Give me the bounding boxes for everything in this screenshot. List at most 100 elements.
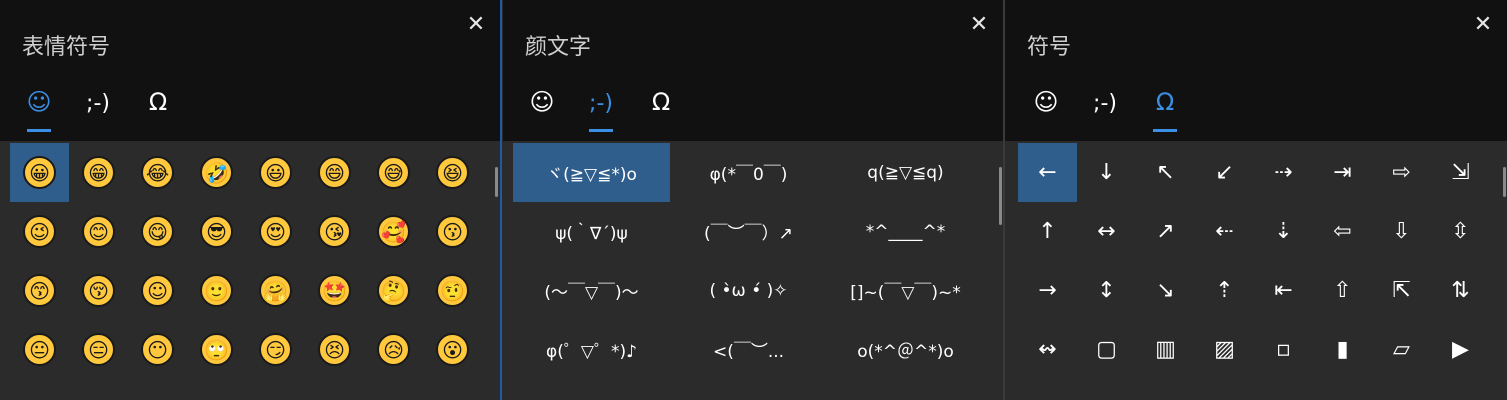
symbol-item[interactable]: ↔ — [1077, 202, 1136, 261]
symbol-item[interactable]: ↑ — [1018, 202, 1077, 261]
emoji-item[interactable]: 😉 — [10, 202, 69, 261]
symbol-item[interactable]: ▮ — [1313, 320, 1372, 379]
symbol-item[interactable]: ↙ — [1195, 143, 1254, 202]
symbol-item[interactable]: ← — [1018, 143, 1077, 202]
kaomoji-item[interactable]: <(￣︶... — [670, 320, 827, 379]
symbol-item[interactable]: ⇠ — [1195, 202, 1254, 261]
emoji-item[interactable]: 😄 — [305, 143, 364, 202]
kaomoji-text: φ(*￣0￣) — [709, 165, 788, 185]
symbol-item[interactable]: ▶ — [1431, 320, 1490, 379]
kaomoji-item[interactable]: (～￣▽￣)～ — [513, 261, 670, 320]
kaomoji-item[interactable]: φ(゜▽゜*)♪ — [513, 320, 670, 379]
emoji-item[interactable]: 🤨 — [423, 261, 482, 320]
symbol-item[interactable]: ⇩ — [1372, 202, 1431, 261]
tab-symbols[interactable]: Ω — [138, 84, 178, 132]
symbol-item[interactable]: ⇦ — [1313, 202, 1372, 261]
close-button[interactable]: ✕ — [967, 13, 991, 37]
emoji-glyph: 😚 — [82, 274, 115, 307]
emoji-glyph: 😃 — [259, 156, 292, 189]
close-button[interactable]: ✕ — [1471, 13, 1495, 37]
emoji-item[interactable]: 😑 — [69, 320, 128, 379]
scrollbar[interactable] — [495, 167, 498, 197]
symbol-item[interactable]: ▫ — [1254, 320, 1313, 379]
symbol-glyph: → — [1038, 278, 1057, 303]
tab-kaomoji[interactable]: ;-) — [78, 84, 118, 132]
symbol-glyph: ▢ — [1096, 337, 1117, 362]
kaomoji-item[interactable]: q(≧▽≦q) — [827, 143, 984, 202]
emoji-item[interactable]: 🥰 — [364, 202, 423, 261]
symbol-item[interactable]: ↘ — [1136, 261, 1195, 320]
emoji-item[interactable]: 😊 — [69, 202, 128, 261]
emoji-item[interactable]: 😆 — [423, 143, 482, 202]
symbol-item[interactable]: ⇱ — [1372, 261, 1431, 320]
tab-symbols[interactable]: Ω — [1145, 84, 1185, 132]
emoji-item[interactable]: 😗 — [423, 202, 482, 261]
symbol-item[interactable]: ▢ — [1077, 320, 1136, 379]
symbol-item[interactable]: ⇡ — [1195, 261, 1254, 320]
symbol-item[interactable]: ⇧ — [1313, 261, 1372, 320]
symbol-item[interactable]: → — [1018, 261, 1077, 320]
emoji-item[interactable]: 😅 — [364, 143, 423, 202]
symbol-item[interactable]: ⇲ — [1431, 143, 1490, 202]
tab-symbols[interactable]: Ω — [641, 84, 681, 132]
scrollbar[interactable] — [999, 167, 1002, 225]
symbol-item[interactable]: ▱ — [1372, 320, 1431, 379]
symbol-item[interactable]: ⇢ — [1254, 143, 1313, 202]
emoji-item[interactable]: 😣 — [305, 320, 364, 379]
symbol-item[interactable]: ⇅ — [1431, 261, 1490, 320]
symbol-item[interactable]: ⇨ — [1372, 143, 1431, 202]
emoji-item[interactable]: 😏 — [246, 320, 305, 379]
emoji-item[interactable]: 😎 — [187, 202, 246, 261]
kaomoji-item[interactable]: ( •̀ω •́ )✧ — [670, 261, 827, 320]
symbol-item[interactable]: ↖ — [1136, 143, 1195, 202]
symbol-item[interactable]: ⇣ — [1254, 202, 1313, 261]
symbol-item[interactable]: ↕ — [1077, 261, 1136, 320]
emoji-glyph: 😐 — [23, 333, 56, 366]
tab-emoji[interactable]: ☺ — [1026, 84, 1066, 132]
emoji-item[interactable]: 🤔 — [364, 261, 423, 320]
symbol-item[interactable]: ▨ — [1195, 320, 1254, 379]
kaomoji-item[interactable]: *^____^* — [827, 202, 984, 261]
emoji-item[interactable]: 😘 — [305, 202, 364, 261]
emoji-item[interactable]: 😃 — [246, 143, 305, 202]
emoji-item[interactable]: 😙 — [10, 261, 69, 320]
symbol-item[interactable]: ⇥ — [1313, 143, 1372, 202]
symbol-item[interactable]: ↭ — [1018, 320, 1077, 379]
tab-emoji[interactable]: ☺ — [522, 84, 562, 132]
symbol-item[interactable]: ↓ — [1077, 143, 1136, 202]
kaomoji-item[interactable]: []~(￣▽￣)~* — [827, 261, 984, 320]
emoji-item[interactable]: 😍 — [246, 202, 305, 261]
emoji-item[interactable]: 😁 — [69, 143, 128, 202]
emoji-item[interactable]: 😐 — [10, 320, 69, 379]
emoji-item[interactable]: 😶 — [128, 320, 187, 379]
tab-bar: ☺ ;-) Ω — [1005, 84, 1507, 134]
emoji-item[interactable]: 😮 — [423, 320, 482, 379]
symbol-item[interactable]: ↗ — [1136, 202, 1195, 261]
emoji-item[interactable]: 🙂 — [187, 261, 246, 320]
emoji-item[interactable]: 🤗 — [246, 261, 305, 320]
emoji-item[interactable]: 😀 — [10, 143, 69, 202]
symbol-glyph: ⇩ — [1392, 219, 1411, 244]
tab-kaomoji[interactable]: ;-) — [1085, 84, 1125, 132]
emoji-item[interactable]: ☺ — [128, 261, 187, 320]
kaomoji-item[interactable]: ヾ(≧▽≦*)o — [513, 143, 670, 202]
scrollbar[interactable] — [1503, 167, 1506, 197]
emoji-item[interactable]: 😋 — [128, 202, 187, 261]
symbol-item[interactable]: ⇤ — [1254, 261, 1313, 320]
symbol-item[interactable]: ⇳ — [1431, 202, 1490, 261]
kaomoji-item[interactable]: (￣︶￣）↗ — [670, 202, 827, 261]
close-button[interactable]: ✕ — [464, 13, 488, 37]
emoji-item[interactable]: 🤣 — [187, 143, 246, 202]
kaomoji-panel: 颜文字 ✕ ☺ ;-) Ω ヾ(≧▽≦*)o φ(*￣0￣) q(≧▽≦q) ψ(｀∇… — [503, 0, 1003, 400]
kaomoji-item[interactable]: o(*^＠^*)o — [827, 320, 984, 379]
emoji-item[interactable]: 🙄 — [187, 320, 246, 379]
emoji-item[interactable]: 😂 — [128, 143, 187, 202]
symbol-item[interactable]: ▥ — [1136, 320, 1195, 379]
tab-emoji[interactable]: ☺ — [19, 84, 59, 132]
emoji-item[interactable]: 🤩 — [305, 261, 364, 320]
kaomoji-item[interactable]: φ(*￣0￣) — [670, 143, 827, 202]
kaomoji-item[interactable]: ψ(｀∇´)ψ — [513, 202, 670, 261]
emoji-item[interactable]: 😥 — [364, 320, 423, 379]
tab-kaomoji[interactable]: ;-) — [581, 84, 621, 132]
emoji-item[interactable]: 😚 — [69, 261, 128, 320]
